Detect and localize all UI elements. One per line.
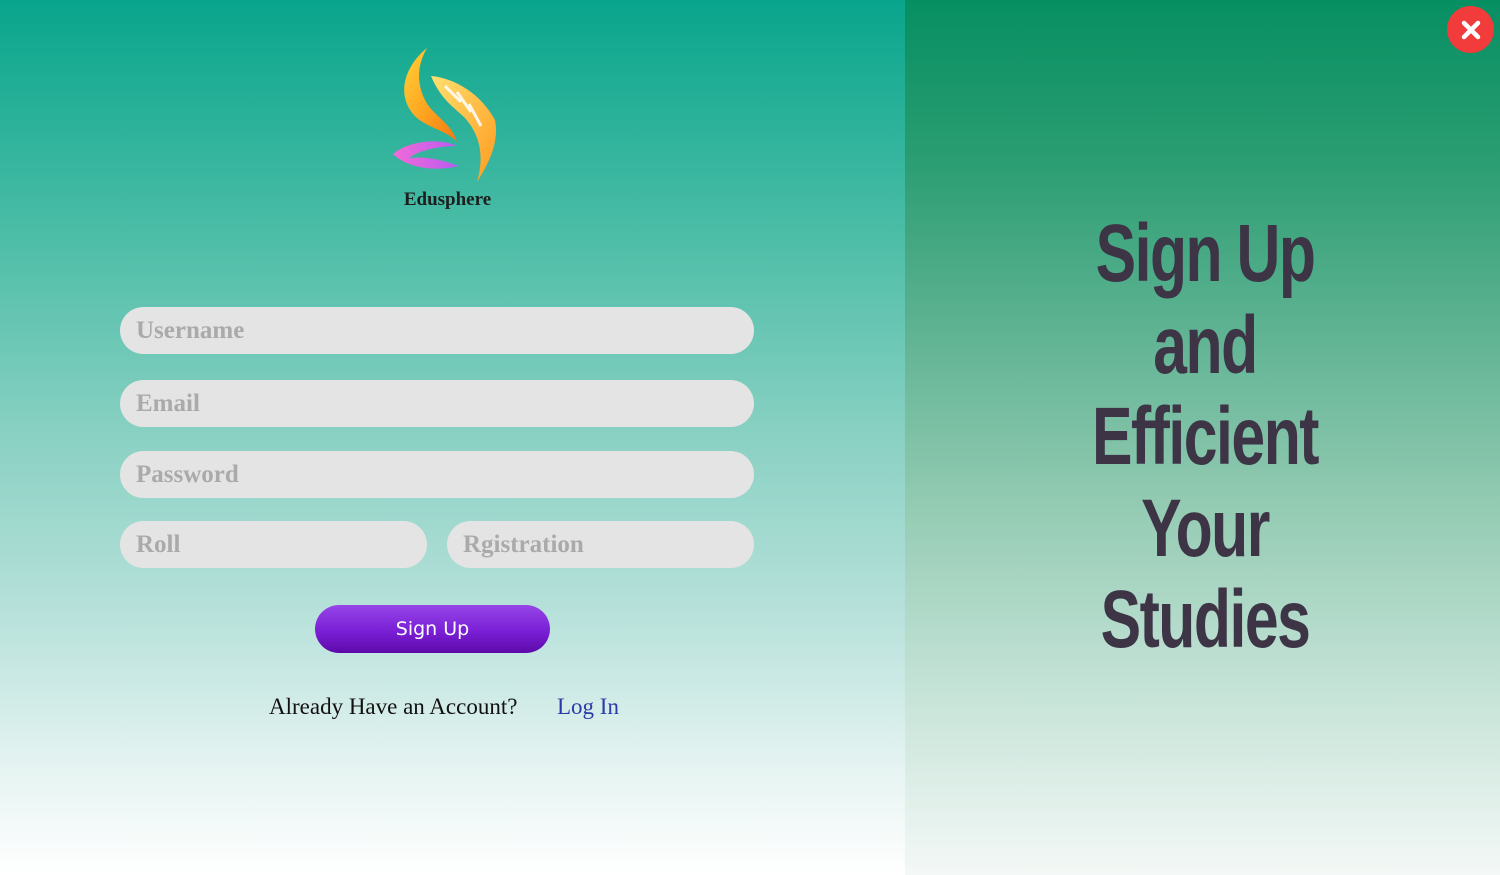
sign-up-button[interactable]: Sign Up (315, 605, 550, 653)
tagline-line: Studies (1100, 574, 1311, 665)
registration-input[interactable] (447, 521, 754, 568)
brand-logo: Edusphere (385, 42, 510, 212)
tagline-line: Your (1141, 482, 1270, 574)
email-input[interactable] (120, 380, 754, 427)
username-input[interactable] (120, 307, 754, 354)
close-icon (1461, 20, 1480, 39)
flame-leaf-logo-icon (393, 48, 497, 182)
tagline-line: and (1153, 299, 1258, 391)
close-button[interactable] (1447, 6, 1494, 53)
already-have-account-text: Already Have an Account? (269, 694, 518, 719)
tagline-line: Efficient (1091, 391, 1320, 482)
tagline-line: Sign Up (1095, 208, 1316, 299)
log-in-link[interactable]: Log In (557, 694, 619, 720)
tagline-heading: Sign Up and Efficient Your Studies (1087, 208, 1324, 666)
roll-input[interactable] (120, 521, 427, 568)
brand-name: Edusphere (403, 189, 492, 210)
password-input[interactable] (120, 451, 754, 498)
